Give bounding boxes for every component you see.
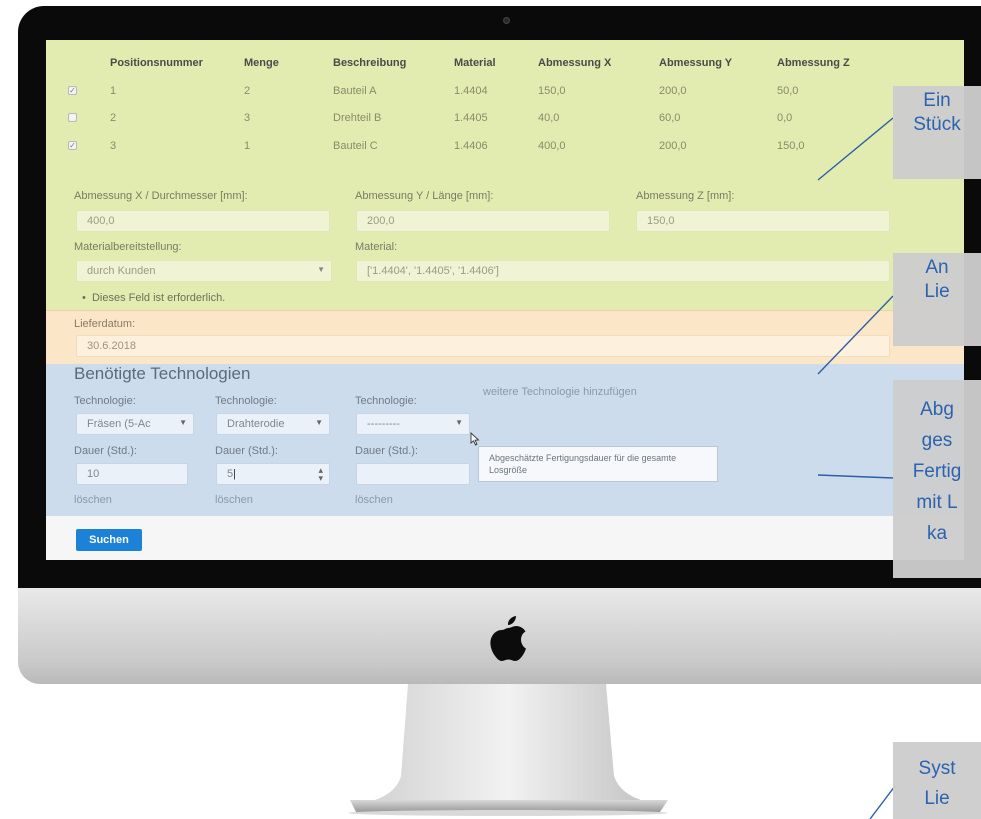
chevron-down-icon: ▼	[179, 418, 187, 427]
monitor-stand	[348, 684, 668, 816]
cell-abm-y: 60,0	[659, 112, 681, 124]
callout-box: Syst Lie	[893, 742, 981, 819]
cell-abm-z: 50,0	[777, 85, 799, 97]
technology-select[interactable]: Drahterodie ▼	[216, 413, 330, 435]
dauer-stepper[interactable]: 5| ▴ ▾	[216, 463, 330, 485]
callout-line: Fertig	[912, 461, 962, 482]
abm-y-label: Abmessung Y / Länge [mm]:	[355, 190, 494, 202]
technology-select[interactable]: Fräsen (5-Ac ▼	[76, 413, 194, 435]
abm-x-input[interactable]: 400,0	[76, 210, 330, 232]
materialbereitstellung-select[interactable]: durch Kunden ▼	[76, 260, 332, 282]
cell-material: 1.4405	[454, 112, 488, 124]
required-note: • Dieses Feld ist erforderlich.	[82, 292, 226, 304]
callout-line: Abg	[920, 399, 954, 420]
materialbereitstellung-value: durch Kunden	[87, 265, 156, 277]
dauer-label: Dauer (Std.):	[74, 445, 137, 457]
row-checkbox[interactable]: ✓	[68, 141, 77, 150]
apple-logo-icon	[490, 616, 526, 661]
cell-abm-z: 150,0	[777, 140, 805, 152]
col-header-abm-y: Abmessung Y	[659, 57, 733, 69]
cell-abm-x: 40,0	[538, 112, 560, 124]
technology-title: Benötigte Technologien	[74, 364, 251, 383]
technology-label: Technologie:	[355, 395, 417, 407]
delete-link[interactable]: löschen	[355, 494, 393, 506]
stage: Positionsnummer Menge Beschreibung Mater…	[0, 0, 981, 819]
abm-z-label: Abmessung Z [mm]:	[636, 190, 735, 202]
col-header-position: Positionsnummer	[110, 57, 203, 69]
dauer-label: Dauer (Std.):	[355, 445, 418, 457]
cell-abm-y: 200,0	[659, 140, 687, 152]
cell-material: 1.4404	[454, 85, 488, 97]
row-checkbox[interactable]	[68, 113, 77, 122]
col-header-abm-x: Abmessung X	[538, 57, 612, 69]
dauer-tooltip: Abgeschätzte Fertigungsdauer für die ges…	[478, 446, 718, 482]
abm-z-input[interactable]: 150,0	[636, 210, 890, 232]
cell-position: 1	[110, 85, 117, 97]
cell-abm-z: 0,0	[777, 112, 793, 124]
delete-link[interactable]: löschen	[74, 494, 112, 506]
technology-value: Drahterodie	[227, 418, 285, 430]
add-technology-link[interactable]: weitere Technologie hinzufügen	[483, 386, 637, 398]
cell-position: 2	[110, 112, 117, 124]
callout-line: Syst	[918, 758, 956, 779]
cell-material: 1.4406	[454, 140, 488, 152]
dauer-input[interactable]: 10	[76, 463, 188, 485]
abm-y-input[interactable]: 200,0	[356, 210, 610, 232]
cell-abm-x: 400,0	[538, 140, 566, 152]
chevron-down-icon: ▼	[317, 265, 325, 274]
callout-line: Ein	[923, 90, 951, 111]
callout-line: ges	[921, 430, 953, 451]
camera-icon	[503, 17, 510, 24]
required-note-text: Dieses Feld ist erforderlich.	[91, 292, 226, 304]
search-button[interactable]: Suchen	[76, 529, 142, 551]
technology-select[interactable]: --------- ▼	[356, 413, 470, 435]
callout-box: Ein Stück	[893, 86, 981, 179]
row-checkbox[interactable]: ✓	[68, 86, 77, 95]
col-header-menge: Menge	[244, 57, 279, 69]
abm-x-label: Abmessung X / Durchmesser [mm]:	[74, 190, 248, 202]
delete-link[interactable]: löschen	[215, 494, 253, 506]
cell-menge: 3	[244, 112, 251, 124]
cursor-icon	[470, 432, 480, 446]
technology-label: Technologie:	[215, 395, 277, 407]
col-header-beschreibung: Beschreibung	[333, 57, 407, 69]
chevron-down-icon: ▼	[455, 418, 463, 427]
stepper-icon[interactable]: ▴ ▾	[318, 466, 323, 483]
lieferdatum-label: Lieferdatum:	[74, 318, 136, 330]
chevron-down-icon: ▼	[315, 418, 323, 427]
callout-line: Stück	[913, 114, 961, 135]
callout-line: An	[925, 257, 949, 278]
technology-value: Fräsen (5-Ac	[87, 418, 151, 430]
cell-beschreibung: Bauteil C	[333, 140, 378, 152]
cell-position: 3	[110, 140, 117, 152]
material-input[interactable]: ['1.4404', '1.4405', '1.4406']	[356, 260, 890, 282]
callout-line: mit L	[916, 492, 958, 513]
callout-line: Lie	[924, 788, 950, 809]
callout-box: An Lie	[893, 253, 981, 346]
col-header-material: Material	[454, 57, 496, 69]
lieferdatum-input[interactable]: 30.6.2018	[76, 335, 890, 357]
cell-beschreibung: Drehteil B	[333, 112, 382, 124]
dauer-label: Dauer (Std.):	[215, 445, 278, 457]
screen: Positionsnummer Menge Beschreibung Mater…	[46, 40, 964, 560]
cell-menge: 2	[244, 85, 251, 97]
callout-line: ka	[926, 523, 948, 544]
col-header-abm-z: Abmessung Z	[777, 57, 850, 69]
material-label: Material:	[355, 241, 398, 253]
callout-line: Lie	[924, 281, 950, 302]
cell-abm-x: 150,0	[538, 85, 566, 97]
dauer-input[interactable]	[356, 463, 470, 485]
cell-beschreibung: Bauteil A	[333, 85, 377, 97]
materialbereitstellung-label: Materialbereitstellung:	[74, 241, 182, 253]
technology-value: ---------	[367, 418, 400, 430]
technology-label: Technologie:	[74, 395, 136, 407]
callout-box: Abg ges Fertig mit L ka	[893, 380, 981, 578]
cell-menge: 1	[244, 140, 251, 152]
cell-abm-y: 200,0	[659, 85, 687, 97]
action-section	[46, 516, 964, 560]
